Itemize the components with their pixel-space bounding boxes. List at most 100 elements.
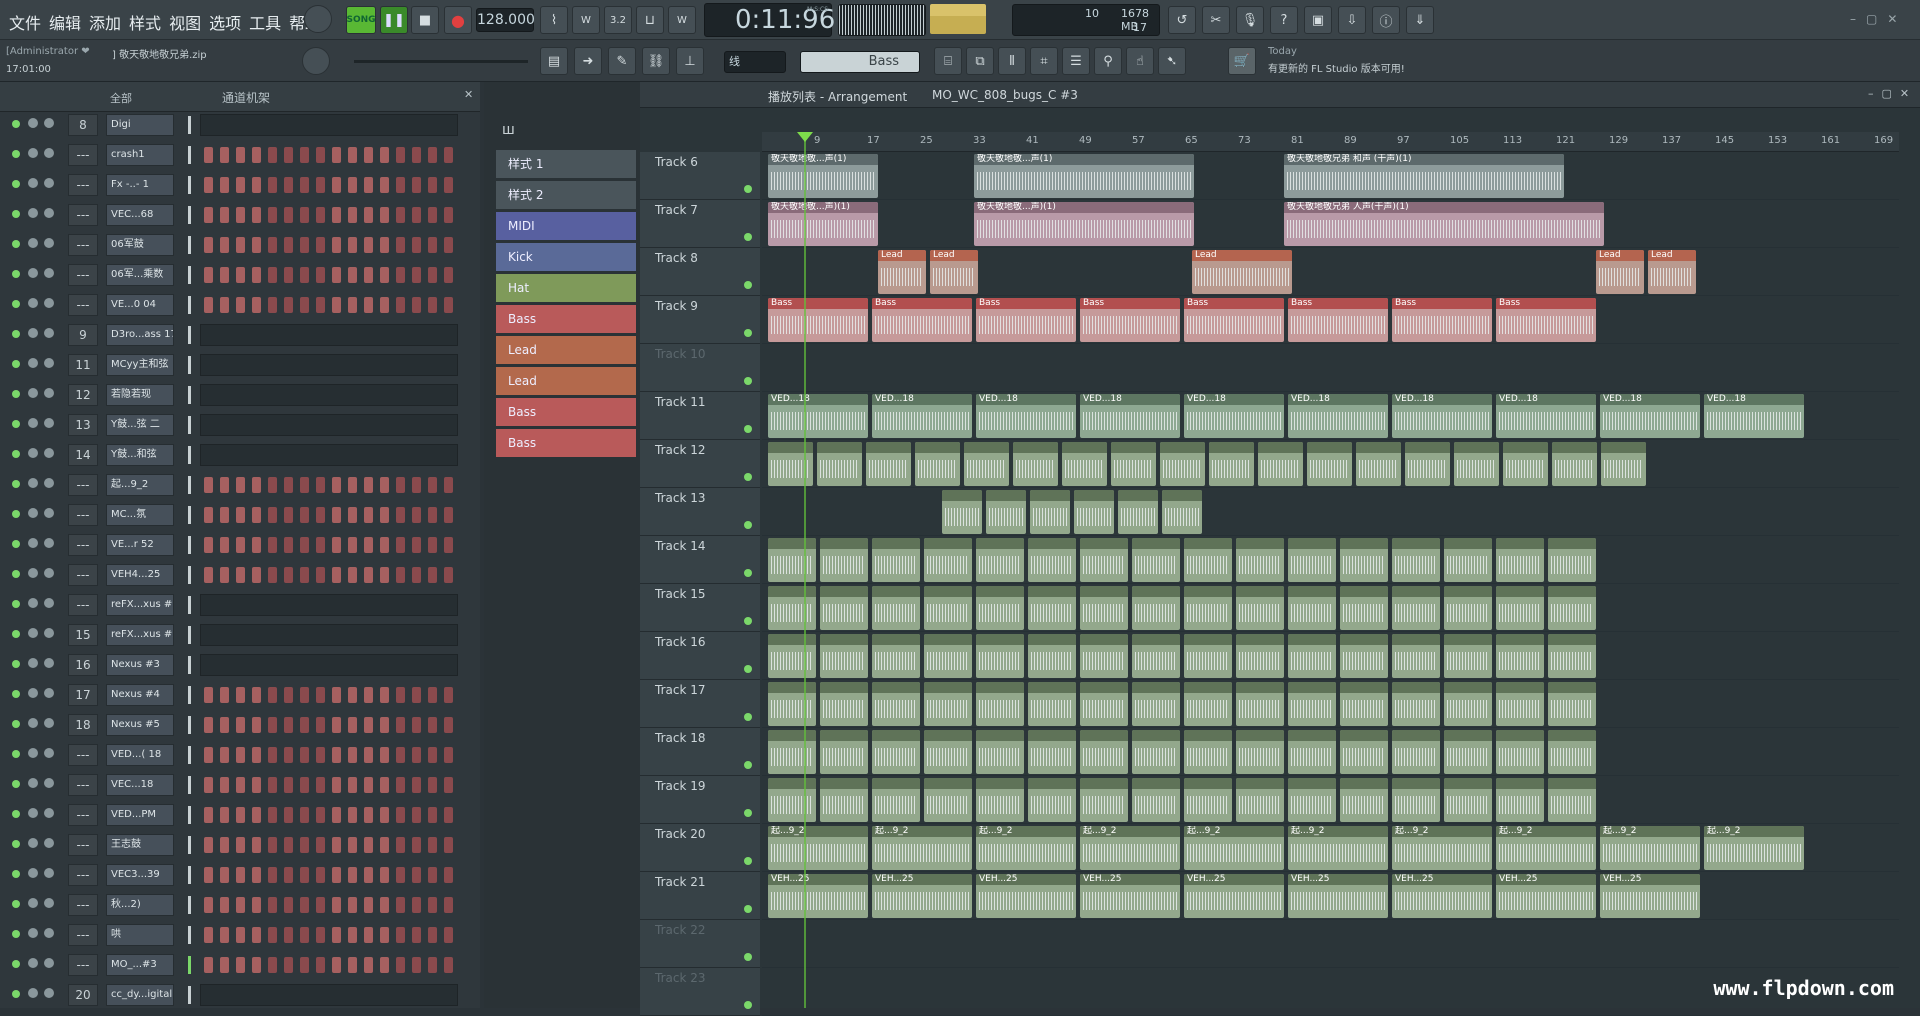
channel-pan-knob[interactable] bbox=[28, 538, 38, 548]
clip[interactable] bbox=[1013, 442, 1058, 486]
channel-name[interactable]: 06军...乘数 bbox=[106, 264, 174, 286]
step-button[interactable] bbox=[380, 957, 389, 973]
channel-volume-knob[interactable] bbox=[44, 898, 54, 908]
touch-icon[interactable]: ☝ bbox=[1126, 47, 1154, 75]
channel-volume-knob[interactable] bbox=[44, 448, 54, 458]
step-button[interactable] bbox=[220, 687, 229, 703]
channel-pan-knob[interactable] bbox=[28, 418, 38, 428]
step-button[interactable] bbox=[204, 747, 213, 763]
clip[interactable] bbox=[1209, 442, 1254, 486]
channel-select-indicator[interactable] bbox=[188, 986, 191, 1004]
step-button[interactable] bbox=[396, 507, 405, 523]
channel-number[interactable]: --- bbox=[68, 534, 98, 556]
track-header[interactable]: Track 6 bbox=[640, 152, 760, 200]
clip[interactable] bbox=[1184, 682, 1232, 726]
channel-pan-knob[interactable] bbox=[28, 748, 38, 758]
clip[interactable] bbox=[1132, 730, 1180, 774]
step-button[interactable] bbox=[300, 807, 309, 823]
step-button[interactable] bbox=[348, 537, 357, 553]
step-button[interactable] bbox=[220, 267, 229, 283]
playlist-icon[interactable]: ⌸ bbox=[934, 47, 962, 75]
channel-row[interactable]: ---MO_...#3 bbox=[0, 952, 480, 978]
step-button[interactable] bbox=[204, 207, 213, 223]
channel-name[interactable]: reFX...xus #3 bbox=[106, 594, 174, 616]
clip[interactable] bbox=[1288, 538, 1336, 582]
clip[interactable] bbox=[976, 586, 1024, 630]
step-button[interactable] bbox=[444, 207, 453, 223]
step-button[interactable] bbox=[204, 897, 213, 913]
step-button[interactable] bbox=[428, 267, 437, 283]
step-button[interactable] bbox=[444, 927, 453, 943]
channel-select-indicator[interactable] bbox=[188, 446, 191, 464]
step-button[interactable] bbox=[332, 927, 341, 943]
step-button[interactable] bbox=[396, 747, 405, 763]
channel-number[interactable]: --- bbox=[68, 234, 98, 256]
step-button[interactable] bbox=[444, 807, 453, 823]
step-button[interactable] bbox=[268, 507, 277, 523]
channel-led-icon[interactable] bbox=[12, 540, 20, 548]
clip[interactable]: Bass bbox=[872, 298, 972, 342]
clip[interactable]: Bass bbox=[1080, 298, 1180, 342]
channel-pan-knob[interactable] bbox=[28, 928, 38, 938]
step-button[interactable] bbox=[364, 717, 373, 733]
song-mode-button[interactable]: SONG bbox=[346, 6, 376, 34]
clip[interactable] bbox=[768, 634, 816, 678]
channel-name[interactable]: VEH4...25 bbox=[106, 564, 174, 586]
clip[interactable] bbox=[1444, 586, 1492, 630]
step-button[interactable] bbox=[364, 267, 373, 283]
clip[interactable] bbox=[1392, 778, 1440, 822]
channel-led-icon[interactable] bbox=[12, 600, 20, 608]
step-button[interactable] bbox=[236, 867, 245, 883]
step-button[interactable] bbox=[348, 237, 357, 253]
channel-led-icon[interactable] bbox=[12, 480, 20, 488]
step-button[interactable] bbox=[428, 807, 437, 823]
step-button[interactable] bbox=[300, 867, 309, 883]
channel-row[interactable]: ---VEC3...39 bbox=[0, 862, 480, 888]
clip[interactable] bbox=[924, 682, 972, 726]
step-button[interactable] bbox=[284, 177, 293, 193]
clip[interactable]: Bass bbox=[768, 298, 868, 342]
channel-select-indicator[interactable] bbox=[188, 956, 191, 974]
main-slider[interactable] bbox=[354, 60, 528, 63]
channel-number[interactable]: --- bbox=[68, 864, 98, 886]
channel-led-icon[interactable] bbox=[12, 840, 20, 848]
channel-piano-preview[interactable] bbox=[200, 654, 458, 676]
step-button[interactable] bbox=[236, 957, 245, 973]
step-button[interactable] bbox=[252, 507, 261, 523]
step-button[interactable] bbox=[300, 717, 309, 733]
channel-row[interactable]: 18Nexus #5 bbox=[0, 712, 480, 738]
step-button[interactable] bbox=[300, 147, 309, 163]
channel-name[interactable]: 秋...2) bbox=[106, 894, 174, 916]
step-button[interactable] bbox=[428, 207, 437, 223]
step-button[interactable] bbox=[204, 297, 213, 313]
clip[interactable] bbox=[924, 730, 972, 774]
channel-name[interactable]: VEC...18 bbox=[106, 774, 174, 796]
step-button[interactable] bbox=[364, 747, 373, 763]
channel-volume-knob[interactable] bbox=[44, 628, 54, 638]
channel-number[interactable]: 11 bbox=[68, 354, 98, 376]
step-button[interactable] bbox=[380, 207, 389, 223]
step-button[interactable] bbox=[316, 507, 325, 523]
step-button[interactable] bbox=[300, 267, 309, 283]
step-button[interactable] bbox=[236, 927, 245, 943]
track-mute-led-icon[interactable] bbox=[744, 425, 752, 433]
channel-volume-knob[interactable] bbox=[44, 958, 54, 968]
clip[interactable] bbox=[820, 682, 868, 726]
clip[interactable]: Bass bbox=[1184, 298, 1284, 342]
clip[interactable]: VEH...25 bbox=[768, 874, 868, 918]
channel-name[interactable]: cc_dy...igital bbox=[106, 984, 174, 1006]
step-button[interactable] bbox=[236, 717, 245, 733]
clip[interactable] bbox=[1118, 490, 1158, 534]
channel-name[interactable]: 起...9_2 bbox=[106, 474, 174, 496]
step-button[interactable] bbox=[268, 147, 277, 163]
channel-number[interactable]: --- bbox=[68, 174, 98, 196]
step-button[interactable] bbox=[252, 147, 261, 163]
step-button[interactable] bbox=[316, 297, 325, 313]
clip[interactable]: VED...18 bbox=[1600, 394, 1700, 438]
step-button[interactable] bbox=[236, 507, 245, 523]
channel-select-indicator[interactable] bbox=[188, 776, 191, 794]
step-button[interactable] bbox=[444, 717, 453, 733]
step-button[interactable] bbox=[204, 837, 213, 853]
mic-icon[interactable]: 🎙 bbox=[1236, 6, 1264, 34]
channel-row[interactable]: 17Nexus #4 bbox=[0, 682, 480, 708]
